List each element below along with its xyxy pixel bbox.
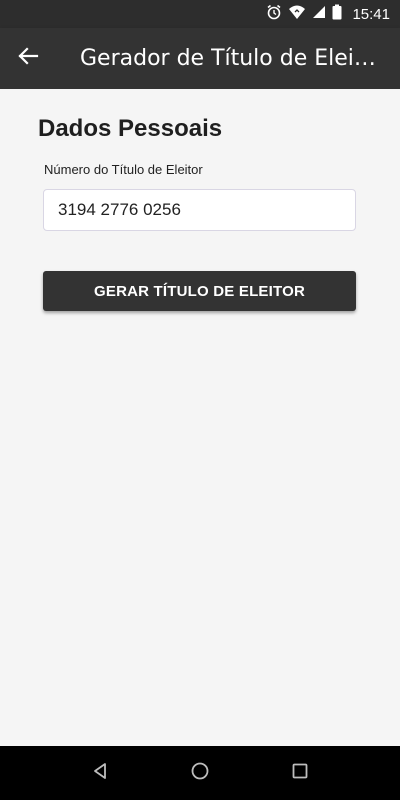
app-title: Gerador de Título de Eleitor (80, 46, 380, 71)
arrow-left-icon (17, 45, 39, 72)
nav-recents-button[interactable] (285, 758, 315, 788)
wifi-icon (288, 4, 306, 25)
alarm-icon (266, 4, 282, 25)
app-bar: Gerador de Título de Eleitor (0, 28, 400, 89)
status-icons: 15:41 (266, 0, 390, 28)
nav-home-button[interactable] (185, 758, 215, 788)
section-heading: Dados Pessoais (38, 115, 223, 142)
status-bar: 15:41 (0, 0, 400, 28)
nav-back-button[interactable] (85, 758, 115, 788)
voter-id-field[interactable]: 3194 2776 0256 (43, 189, 356, 231)
generate-voter-id-button[interactable]: GERAR TÍTULO DE ELEITOR (43, 271, 356, 311)
recents-square-icon (292, 763, 308, 784)
back-triangle-icon (91, 762, 109, 785)
back-button[interactable] (8, 36, 48, 80)
home-circle-icon (191, 762, 209, 785)
main-content: Dados Pessoais Número do Título de Eleit… (0, 89, 400, 746)
battery-icon (332, 4, 342, 25)
voter-id-label: Número do Título de Eleitor (44, 162, 203, 177)
navigation-bar (0, 746, 400, 800)
status-time: 15:41 (352, 5, 390, 23)
signal-icon (312, 5, 326, 24)
